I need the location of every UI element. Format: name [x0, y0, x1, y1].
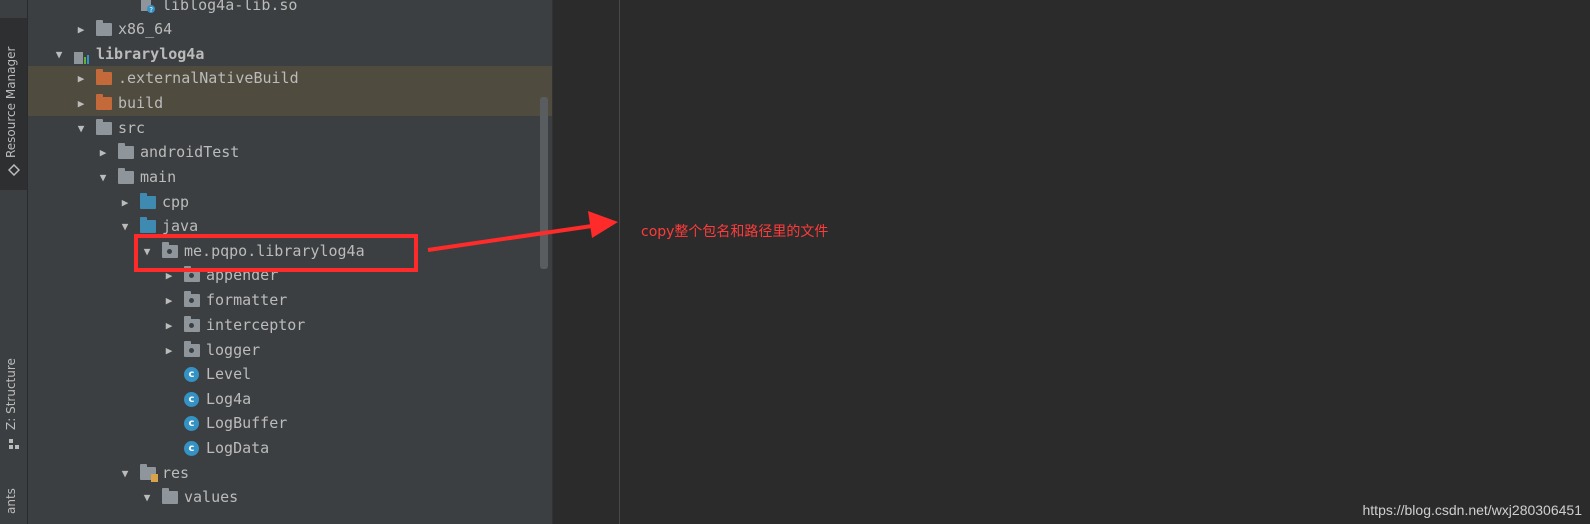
annotation-text: copy整个包名和路径里的文件: [641, 224, 829, 240]
watermark: https://blog.csdn.net/wxj280306451: [1362, 502, 1583, 518]
annotation-arrow-icon: [427, 211, 618, 252]
